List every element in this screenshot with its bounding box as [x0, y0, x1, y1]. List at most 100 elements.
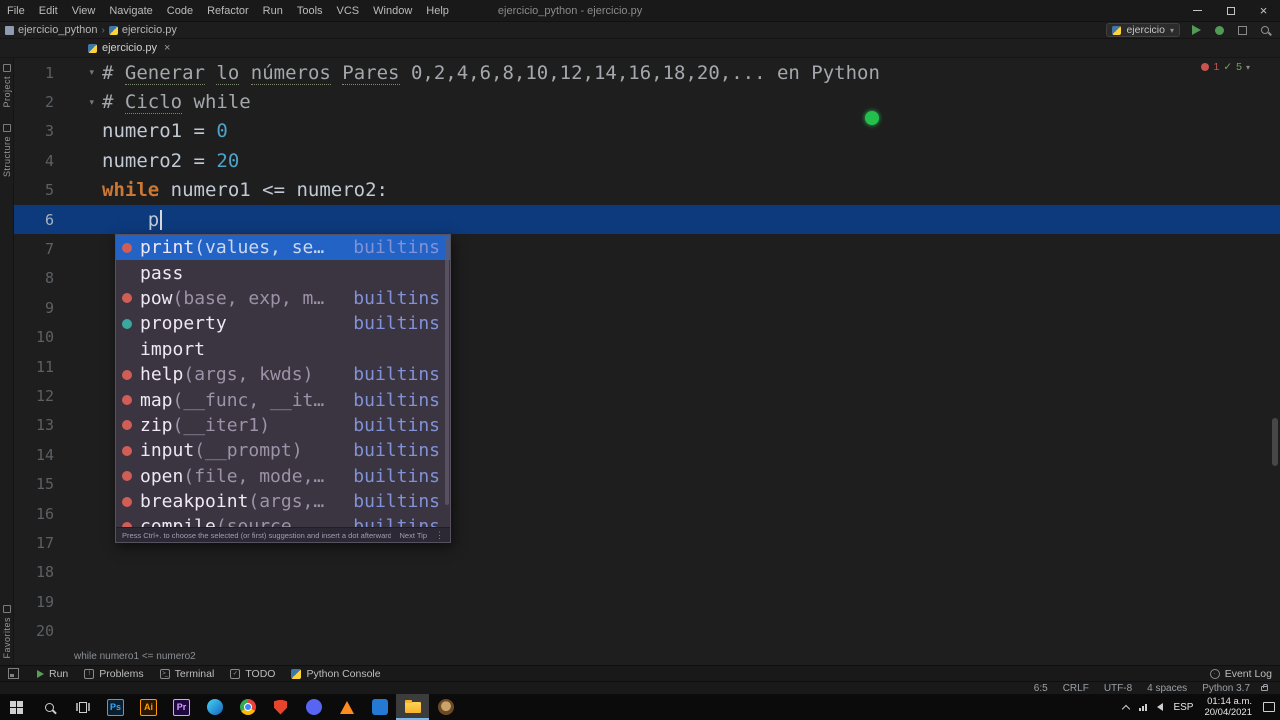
tab-close-icon[interactable]: ×: [164, 42, 170, 54]
stripe-item-project[interactable]: Project: [2, 64, 12, 108]
line-number[interactable]: 18: [14, 563, 60, 581]
line-number[interactable]: 1: [14, 64, 60, 82]
tool-window-switcher-icon[interactable]: [8, 668, 19, 679]
action-center-button[interactable]: [1258, 694, 1280, 720]
completion-item-pass[interactable]: pass: [116, 260, 450, 285]
line-number[interactable]: 6: [14, 211, 60, 229]
code-line-20[interactable]: 20: [14, 616, 1280, 645]
fold-arrow-icon[interactable]: ▾: [60, 67, 102, 78]
code-line-19[interactable]: 19: [14, 587, 1280, 616]
volume-button[interactable]: [1152, 694, 1168, 720]
popup-scrollbar-thumb[interactable]: [445, 237, 449, 505]
line-number[interactable]: 15: [14, 475, 60, 493]
run-button[interactable]: [1189, 23, 1203, 37]
toolwindow-problems[interactable]: Problems: [84, 668, 144, 680]
toolwindow-terminal[interactable]: Terminal: [159, 668, 214, 680]
code-line-5[interactable]: 5 while numero1 <= numero2:: [14, 176, 1280, 205]
maximize-button[interactable]: [1214, 0, 1247, 21]
completion-item-compile[interactable]: compile (source… builtins: [116, 514, 450, 527]
code-line-3[interactable]: 3 numero1 = 0: [14, 117, 1280, 146]
line-number[interactable]: 9: [14, 299, 60, 317]
coverage-button[interactable]: [1235, 23, 1249, 37]
search-button[interactable]: [33, 694, 66, 720]
menu-navigate[interactable]: Navigate: [102, 0, 159, 21]
status-python-3-7[interactable]: Python 3.7: [1202, 683, 1250, 694]
menu-help[interactable]: Help: [419, 0, 456, 21]
stripe-item-structure[interactable]: Structure: [2, 123, 12, 177]
completion-item-pow[interactable]: pow (base, exp, m… builtins: [116, 286, 450, 311]
discord-icon[interactable]: [297, 694, 330, 720]
line-number[interactable]: 4: [14, 152, 60, 170]
fold-arrow-icon[interactable]: ▾: [60, 97, 102, 108]
line-number[interactable]: 17: [14, 534, 60, 552]
language-indicator[interactable]: ESP: [1168, 694, 1198, 720]
more-icon[interactable]: ⋮: [435, 530, 444, 541]
vlc-icon[interactable]: [330, 694, 363, 720]
run-configuration-select[interactable]: ejercicio ▾: [1106, 23, 1180, 37]
clock-app-icon[interactable]: [429, 694, 462, 720]
inspection-widget[interactable]: 1 ✓ 5 ▾: [1201, 61, 1250, 73]
premiere-icon[interactable]: Pr: [165, 694, 198, 720]
tab-ejercicio-py[interactable]: ejercicio.py ×: [80, 39, 178, 57]
status-4-spaces[interactable]: 4 spaces: [1147, 683, 1187, 694]
line-number[interactable]: 3: [14, 122, 60, 140]
completion-item-help[interactable]: help (args, kwds) builtins: [116, 362, 450, 387]
file-explorer-icon[interactable]: [396, 694, 429, 720]
photoshop-icon[interactable]: Ps: [99, 694, 132, 720]
line-number[interactable]: 19: [14, 593, 60, 611]
line-number[interactable]: 11: [14, 358, 60, 376]
menu-run[interactable]: Run: [256, 0, 290, 21]
code-line-4[interactable]: 4 numero2 = 20: [14, 146, 1280, 175]
status-crlf[interactable]: CRLF: [1063, 683, 1089, 694]
line-number[interactable]: 8: [14, 269, 60, 287]
line-number[interactable]: 12: [14, 387, 60, 405]
task-view-button[interactable]: [66, 694, 99, 720]
completion-item-open[interactable]: open (file, mode,… builtins: [116, 464, 450, 489]
lock-icon[interactable]: [1261, 683, 1268, 691]
next-tip-link[interactable]: Next Tip: [399, 531, 427, 540]
taskbar-clock[interactable]: 01:14 a.m. 20/04/2021: [1198, 696, 1258, 718]
chrome-icon[interactable]: [231, 694, 264, 720]
code-line-18[interactable]: 18: [14, 558, 1280, 587]
completion-item-map[interactable]: map (__func, __it… builtins: [116, 387, 450, 412]
completion-item-import[interactable]: import: [116, 337, 450, 362]
completion-item-print[interactable]: print (values, se… builtins: [116, 235, 450, 261]
line-number[interactable]: 10: [14, 328, 60, 346]
line-number[interactable]: 13: [14, 416, 60, 434]
network-button[interactable]: [1134, 694, 1152, 720]
menu-view[interactable]: View: [65, 0, 103, 21]
edge-icon[interactable]: [198, 694, 231, 720]
debug-button[interactable]: [1212, 23, 1226, 37]
code-line-1[interactable]: 1 ▾ # Generar lo números Pares 0,2,4,6,8,1…: [14, 58, 1280, 87]
code-line-6[interactable]: 6 p: [14, 204, 1280, 235]
editor-scrollbar-thumb[interactable]: [1272, 418, 1278, 466]
menu-edit[interactable]: Edit: [32, 0, 65, 21]
status-utf-8[interactable]: UTF-8: [1104, 683, 1132, 694]
photos-icon[interactable]: [363, 694, 396, 720]
line-number[interactable]: 14: [14, 446, 60, 464]
toolwindow-event-log[interactable]: Event Log: [1209, 668, 1272, 680]
menu-refactor[interactable]: Refactor: [200, 0, 256, 21]
breadcrumb-ejercicio-python[interactable]: ejercicio_python: [5, 24, 98, 36]
menu-tools[interactable]: Tools: [290, 0, 330, 21]
start-button[interactable]: [0, 694, 33, 720]
toolwindow-python-console[interactable]: Python Console: [291, 668, 381, 680]
illustrator-icon[interactable]: Ai: [132, 694, 165, 720]
toolwindow-todo[interactable]: TODO: [230, 668, 275, 680]
close-button[interactable]: ×: [1247, 0, 1280, 21]
line-number[interactable]: 2: [14, 93, 60, 111]
status-6-5[interactable]: 6:5: [1034, 683, 1048, 694]
completion-item-zip[interactable]: zip (__iter1) builtins: [116, 413, 450, 438]
menu-vcs[interactable]: VCS: [330, 0, 367, 21]
completion-item-input[interactable]: input (__prompt) builtins: [116, 438, 450, 463]
minimize-button[interactable]: [1181, 0, 1214, 21]
line-number[interactable]: 7: [14, 240, 60, 258]
stripe-item-favorites[interactable]: Favorites: [2, 605, 12, 659]
menu-file[interactable]: File: [0, 0, 32, 21]
line-number[interactable]: 20: [14, 622, 60, 640]
search-everywhere-button[interactable]: [1258, 23, 1272, 37]
line-number[interactable]: 5: [14, 181, 60, 199]
breadcrumb-ejercicio-py[interactable]: ejercicio.py: [108, 24, 177, 36]
toolwindow-run[interactable]: Run: [37, 668, 68, 680]
hidden-icons-button[interactable]: [1118, 694, 1134, 720]
